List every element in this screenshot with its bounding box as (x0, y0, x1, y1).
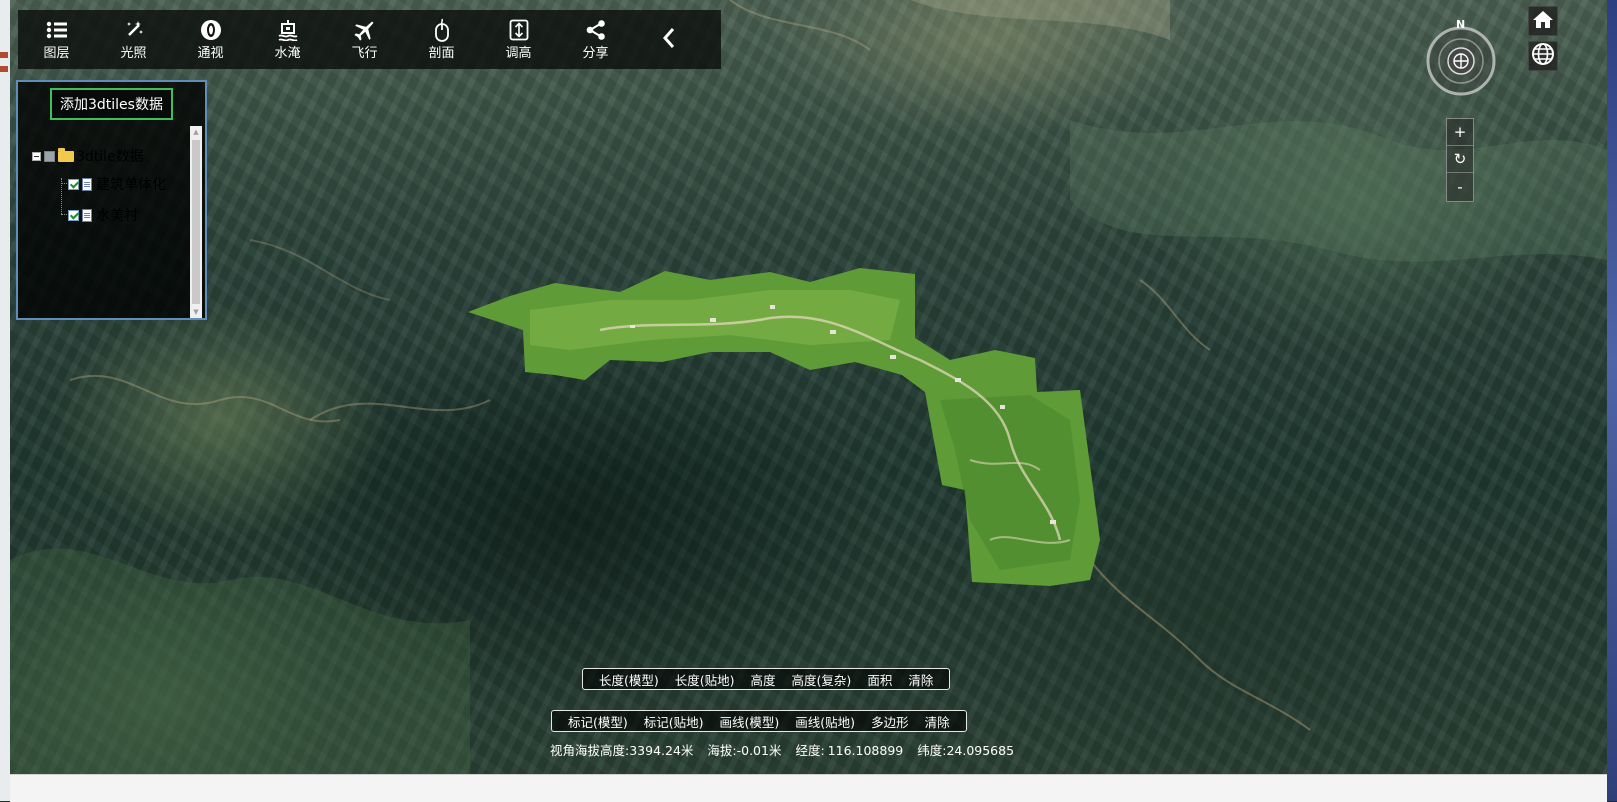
latitude-label: 纬度: (917, 743, 947, 758)
toolbar-adjust-height-button[interactable]: 调高 (480, 10, 557, 69)
draw-polygon-button[interactable]: 多边形 (871, 712, 909, 731)
edge-marker (0, 66, 8, 72)
scroll-down-icon[interactable]: ▼ (190, 306, 202, 318)
toolbar-profile-button[interactable]: 剖面 (403, 10, 480, 69)
mouse-profile-icon (434, 18, 450, 42)
village-checkbox[interactable] (68, 209, 79, 221)
toolbar-visibility-label: 通视 (197, 45, 224, 61)
sparkle-wand-icon (123, 19, 145, 41)
scroll-up-icon[interactable]: ▲ (190, 126, 202, 138)
measure-clear-button[interactable]: 清除 (908, 670, 933, 689)
measure-toolbar: 长度(模型) 长度(贴地) 高度 高度(复杂) 面积 清除 (582, 668, 951, 690)
panel-scrollbar[interactable]: ▲ ▼ (190, 126, 202, 318)
draw-line-ground-button[interactable]: 画线(贴地) (795, 712, 855, 731)
toolbar-flood-button[interactable]: 水淹 (249, 10, 326, 69)
add-3dtiles-button[interactable]: 添加3dtiles数据 (50, 88, 173, 120)
tree-node-root-label: 3dtile数据 (76, 149, 144, 165)
view-height-readout: 视角海拔高度:3394.24米 (550, 743, 693, 758)
toolbar-layers-label: 图层 (43, 45, 70, 61)
right-window-edge (1607, 0, 1617, 801)
host-status-bar (10, 774, 1607, 802)
draw-marker-model-button[interactable]: 标记(模型) (568, 712, 628, 731)
compass-north-label: N (1456, 18, 1466, 31)
collapse-toggle-icon[interactable] (32, 151, 41, 161)
measure-length-ground-button[interactable]: 长度(贴地) (675, 670, 735, 689)
toolbar-profile-label: 剖面 (428, 45, 455, 61)
longitude-value: 116.108899 (827, 743, 904, 758)
altitude-value: -0.01米 (736, 743, 782, 758)
home-button[interactable] (1528, 6, 1558, 36)
zoom-out-button[interactable]: - (1447, 173, 1473, 200)
globe-icon (1531, 42, 1555, 70)
latitude-value: 24.095685 (946, 743, 1015, 758)
coordinate-status: 视角海拔高度:3394.24米 海拔:-0.01米 经度: 116.108899 … (550, 740, 1024, 759)
navigation-compass[interactable]: N (1425, 18, 1497, 97)
altitude-label: 海拔: (707, 743, 737, 758)
measure-area-button[interactable]: 面积 (867, 670, 892, 689)
tree-node-village-label: 水美村 (96, 208, 138, 224)
draw-clear-button[interactable]: 清除 (925, 712, 950, 731)
longitude-label: 经度: (795, 743, 825, 758)
latitude-readout: 纬度:24.095685 (917, 743, 1014, 758)
toolbar-visibility-button[interactable]: 通视 (172, 10, 249, 69)
longitude-readout: 经度: 116.108899 (795, 743, 903, 758)
zoom-in-button[interactable]: + (1447, 119, 1473, 146)
folder-icon (58, 147, 74, 162)
eye-icon (200, 19, 222, 41)
measure-height-button[interactable]: 高度 (751, 670, 776, 689)
airplane-icon (353, 19, 377, 41)
edge-marker (0, 52, 8, 58)
zoom-controls: + ↻ - (1446, 118, 1474, 202)
toolbar-lighting-button[interactable]: 光照 (95, 10, 172, 69)
measure-height-complex-button[interactable]: 高度(复杂) (792, 670, 852, 689)
globe-button[interactable] (1528, 41, 1558, 71)
toolbar-lighting-label: 光照 (120, 45, 147, 61)
toolbar-collapse-button[interactable] (634, 10, 704, 69)
share-icon (585, 19, 607, 41)
toolbar-flood-label: 水淹 (274, 45, 301, 61)
home-icon (1532, 9, 1554, 33)
toolbar-share-button[interactable]: 分享 (557, 10, 634, 69)
tree-node-village[interactable]: 水美村 (68, 205, 138, 225)
toolbar-adjust-height-label: 调高 (505, 45, 532, 61)
toolbar-flight-button[interactable]: 飞行 (326, 10, 403, 69)
toolbar-layers-button[interactable]: 图层 (18, 10, 95, 69)
root-partial-checkbox[interactable] (44, 150, 55, 162)
tree-node-building-label: 建筑单体化 (96, 177, 166, 193)
reset-view-button[interactable]: ↻ (1447, 146, 1473, 173)
draw-line-model-button[interactable]: 画线(模型) (720, 712, 780, 731)
draw-toolbar: 标记(模型) 标记(贴地) 画线(模型) 画线(贴地) 多边形 清除 (551, 710, 967, 732)
document-icon (82, 208, 92, 222)
measure-length-model-button[interactable]: 长度(模型) (599, 670, 659, 689)
toolbar-share-label: 分享 (582, 45, 609, 61)
building-checkbox[interactable] (68, 178, 79, 190)
tree-node-building[interactable]: 建筑单体化 (68, 174, 166, 194)
draw-marker-ground-button[interactable]: 标记(贴地) (644, 712, 704, 731)
main-toolbar: 图层 光照 通视 水淹 飞行 剖面 调高 分享 (18, 10, 721, 69)
height-adjust-icon (509, 19, 529, 41)
list-icon (46, 19, 68, 41)
chevron-left-icon (661, 26, 677, 54)
view-height-label: 视角海拔高度: (550, 743, 630, 758)
scrollbar-thumb[interactable] (192, 140, 200, 304)
altitude-readout: 海拔:-0.01米 (707, 743, 781, 758)
water-level-icon (277, 19, 299, 41)
toolbar-flight-label: 飞行 (351, 45, 378, 61)
tree-node-root[interactable]: 3dtile数据 (32, 146, 144, 166)
document-icon (82, 177, 92, 191)
view-height-value: 3394.24米 (629, 743, 694, 758)
layer-panel: 添加3dtiles数据 3dtile数据 建筑单体化 水美村 ▲ ▼ (16, 80, 207, 320)
